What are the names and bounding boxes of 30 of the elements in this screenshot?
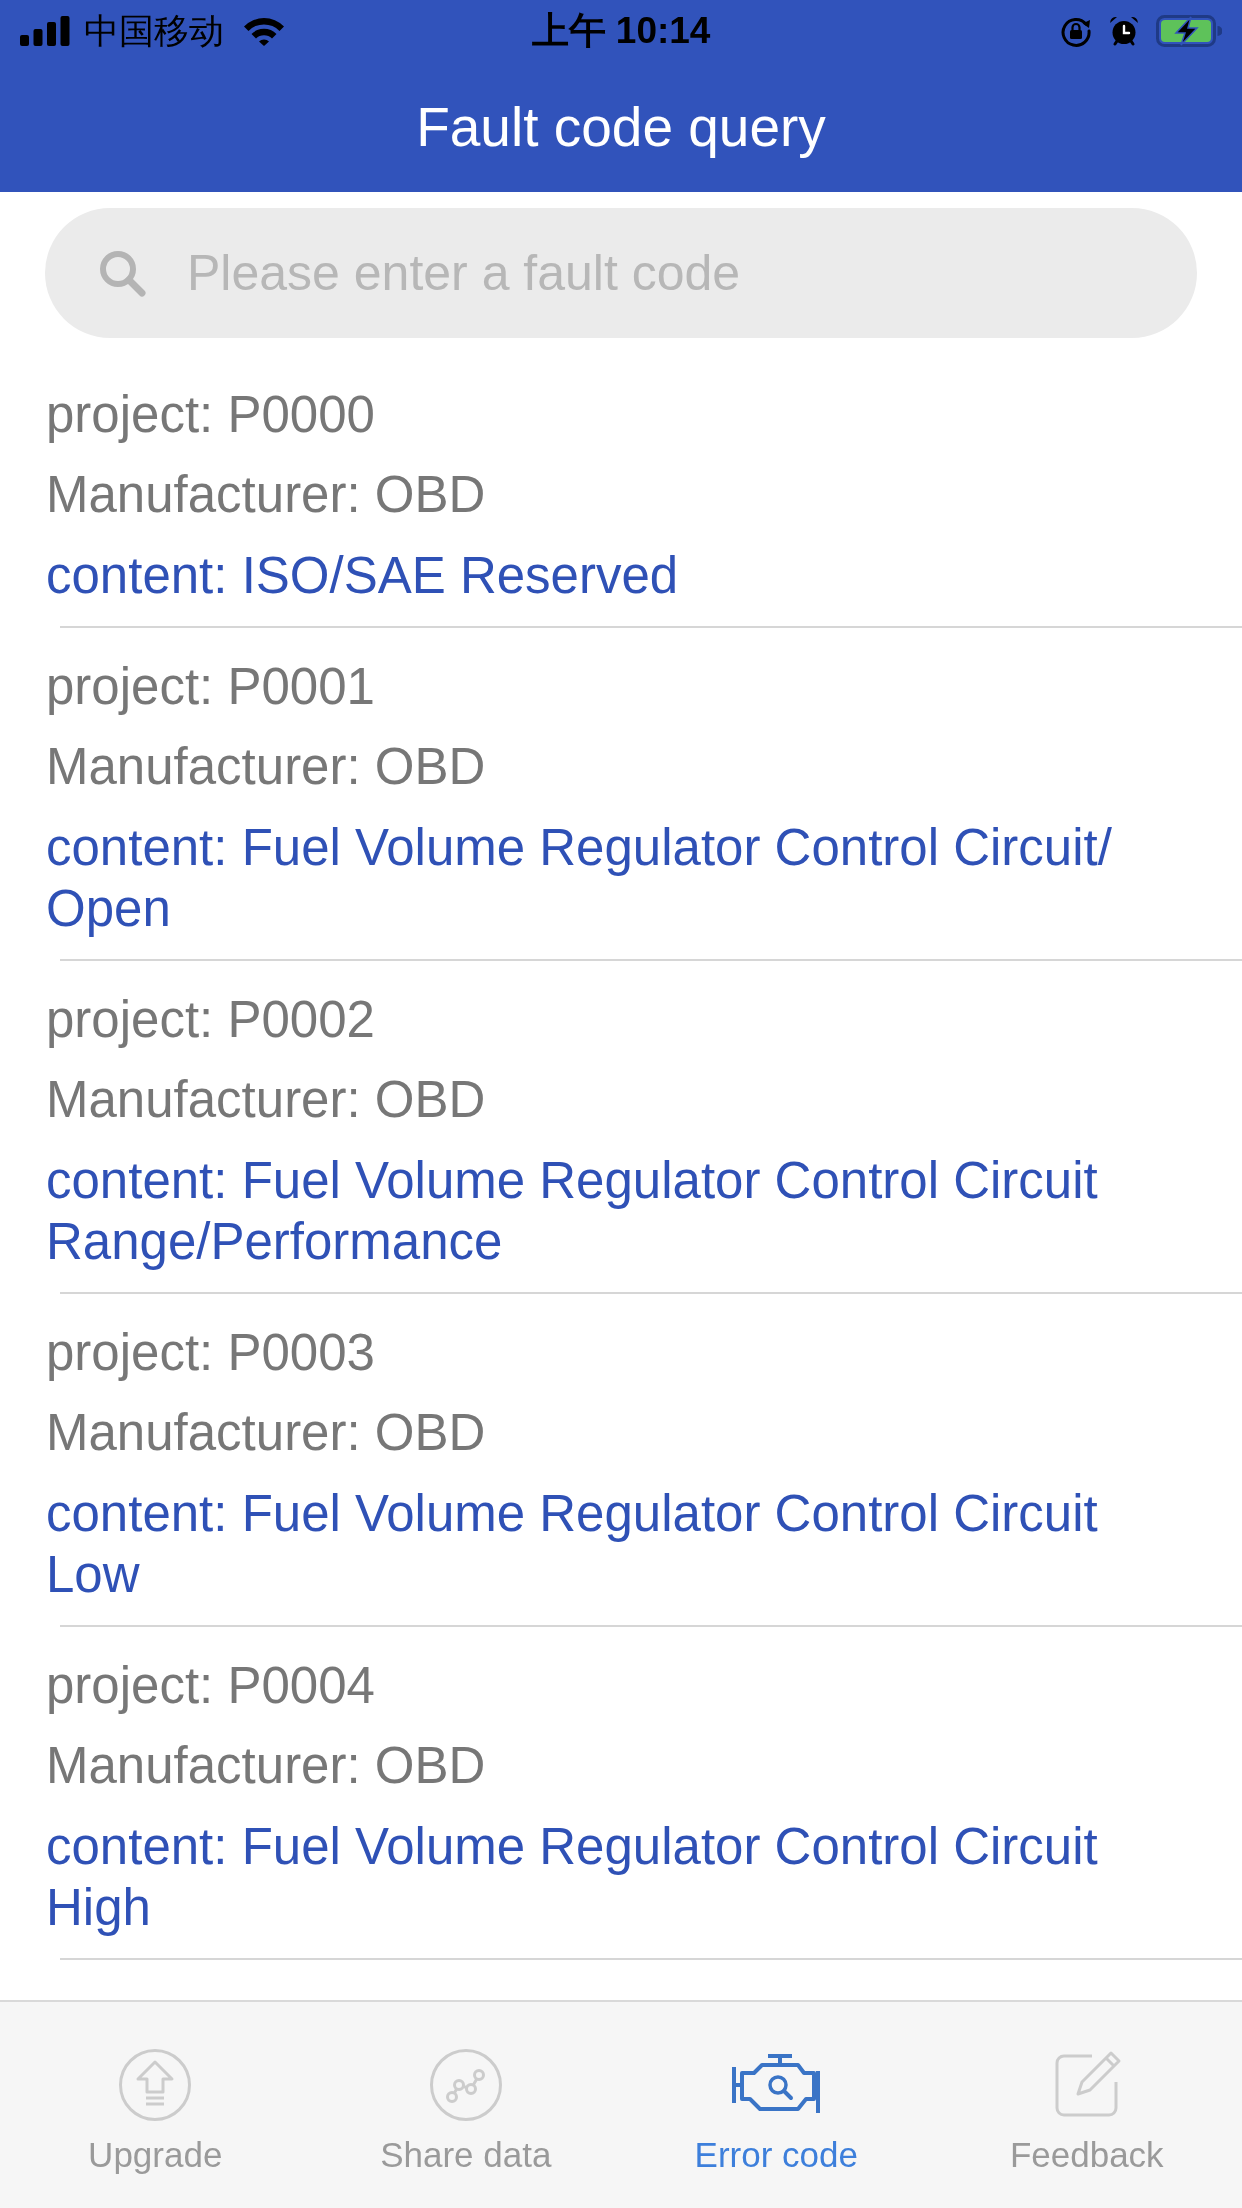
project-code: project: P0000 (46, 385, 376, 445)
carrier-name: 中国移动 (84, 11, 224, 51)
fault-description: content: Fuel Volume Regulator Control Circuit High (46, 1817, 1099, 1938)
project-code: project: P0002 (46, 990, 376, 1050)
manufacturer-name: Manufacturer: OBD (46, 1403, 487, 1463)
battery-charging-icon (1156, 15, 1222, 47)
tab-item[interactable]: Upgrade (0, 2002, 311, 2208)
search-icon (98, 249, 146, 297)
tab-item[interactable]: Feedback (931, 2002, 1242, 2208)
fault-description: content: Fuel Volume Regulator Control Circuit Low (46, 1484, 1099, 1605)
project-code: project: P0004 (46, 1656, 376, 1716)
project-code: project: P0001 (46, 657, 376, 717)
manufacturer-name: Manufacturer: OBD (46, 465, 487, 525)
clock-time: 上午 10:14 (531, 11, 711, 51)
nodes-circle-icon (428, 2048, 503, 2122)
tab-item[interactable]: Share data (310, 2002, 621, 2208)
wifi-icon (244, 16, 284, 46)
project-code: project: P0003 (46, 1323, 376, 1383)
manufacturer-name: Manufacturer: OBD (46, 1070, 487, 1130)
manufacturer-name: Manufacturer: OBD (46, 737, 487, 797)
fault-description: content: Fuel Volume Regulator Control Circuit/Open (46, 818, 1113, 939)
orientation-lock-icon (1060, 15, 1092, 47)
tab-item[interactable]: Error code (621, 2002, 932, 2208)
manufacturer-name: Manufacturer: OBD (46, 1736, 487, 1796)
page-title: Fault code query (416, 95, 826, 160)
arrow-up-circle-icon (118, 2048, 193, 2122)
signal-bars-icon (20, 16, 70, 46)
fault-description: content: Fuel Volume Regulator Control Circuit Range/Performance (46, 1151, 1099, 1272)
fault-description: content: ISO/SAE Reserved (46, 546, 680, 606)
alarm-clock-icon (1108, 15, 1140, 47)
